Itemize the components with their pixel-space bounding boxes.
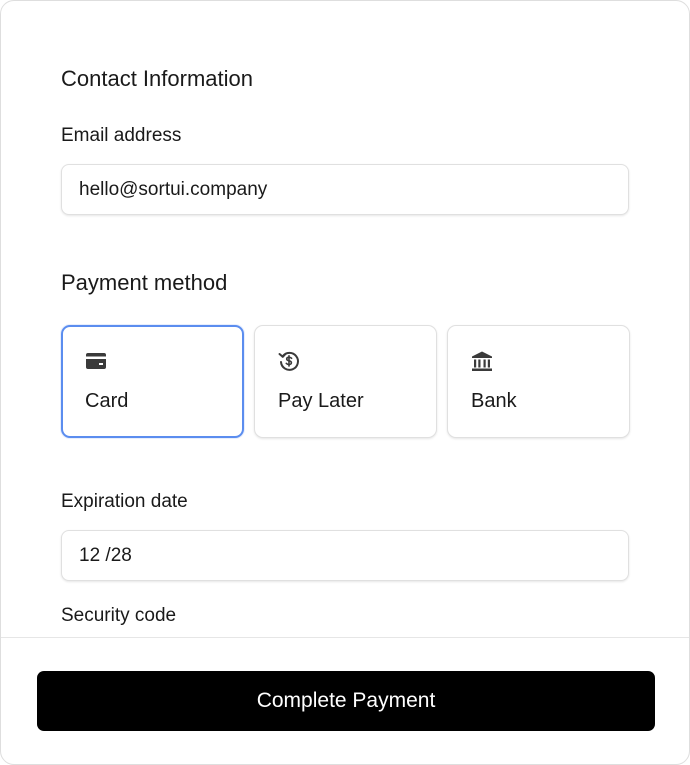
bank-icon <box>472 351 492 371</box>
footer-divider <box>1 637 689 638</box>
payment-method-card-label: Card <box>85 390 129 412</box>
security-code-label: Security code <box>61 605 177 626</box>
form-scroll-area[interactable]: Contact Information Email address Paymen… <box>1 1 689 637</box>
payment-method-pay-later[interactable]: Pay Later <box>254 325 437 438</box>
expiration-date-label: Expiration date <box>61 491 188 512</box>
payment-method-card[interactable]: Card <box>61 325 244 438</box>
payment-method-bank[interactable]: Bank <box>447 325 630 438</box>
payment-form-panel: Contact Information Email address Paymen… <box>0 0 690 765</box>
payment-method-pay-later-label: Pay Later <box>278 390 364 412</box>
complete-payment-button[interactable]: Complete Payment <box>37 671 655 731</box>
payment-method-heading: Payment method <box>61 270 228 295</box>
expiration-date-field[interactable] <box>61 530 629 581</box>
email-field[interactable] <box>61 164 629 215</box>
email-label: Email address <box>61 125 182 146</box>
contact-information-heading: Contact Information <box>61 66 253 91</box>
dollar-cycle-icon <box>278 351 299 371</box>
credit-card-icon <box>86 353 106 369</box>
payment-method-bank-label: Bank <box>471 390 517 412</box>
